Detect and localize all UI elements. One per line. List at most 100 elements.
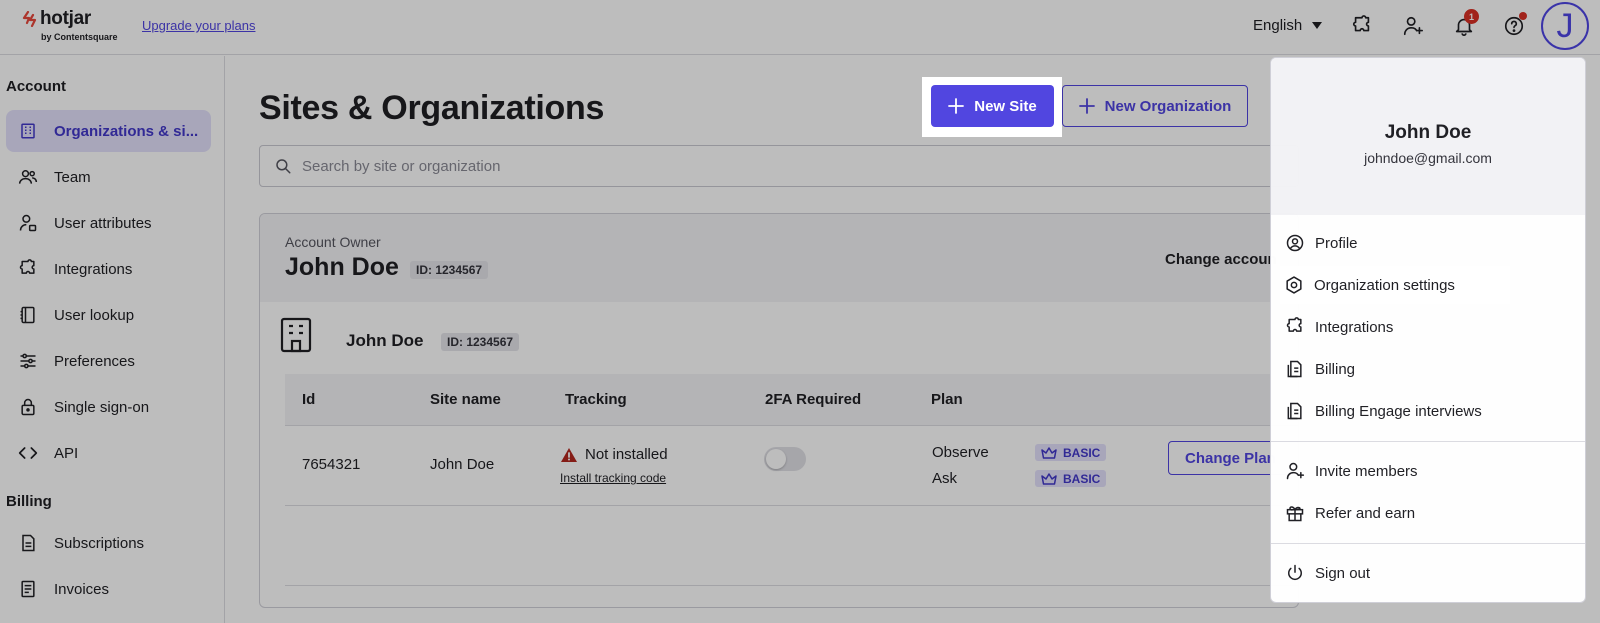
- puzzle-icon: [1285, 317, 1305, 337]
- site-id: 7654321: [302, 456, 361, 473]
- power-icon: [1285, 563, 1305, 583]
- sidebar-item-api[interactable]: API: [6, 432, 211, 474]
- plan-name-ask: Ask: [932, 470, 958, 487]
- plus-icon: [948, 98, 965, 114]
- sidebar: Account Organizations & si... Team User …: [0, 56, 225, 623]
- user-menu-header: John Doe johndoe@gmail.com: [1271, 58, 1585, 215]
- caret-down-icon: [1312, 22, 1323, 29]
- puzzle-icon: [18, 259, 38, 279]
- menu-item-billing[interactable]: Billing: [1271, 350, 1585, 388]
- tracking-status: Not installed: [560, 446, 668, 463]
- change-account-button[interactable]: Change accoun: [1165, 251, 1277, 268]
- code-icon: [18, 443, 38, 463]
- menu-item-label: Refer and earn: [1315, 504, 1416, 522]
- organization-name: John Doe: [346, 331, 424, 350]
- plan-tier-badge: BASIC: [1035, 470, 1107, 487]
- sidebar-item-user-attributes[interactable]: User attributes: [6, 202, 211, 244]
- sidebar-item-subscriptions[interactable]: Subscriptions: [6, 522, 211, 564]
- column-header-plan: Plan: [931, 391, 963, 408]
- plan-name-observe: Observe: [932, 444, 989, 461]
- sidebar-heading-billing: Billing: [6, 493, 52, 510]
- column-header-id: Id: [302, 391, 316, 408]
- billing-icon: [1285, 401, 1305, 421]
- sidebar-item-label: Organizations & si...: [54, 122, 199, 140]
- hotjar-logo[interactable]: hotjar by Contentsquare: [20, 7, 124, 47]
- page-title: Sites & Organizations: [259, 89, 605, 127]
- help-button[interactable]: [1501, 12, 1527, 39]
- menu-item-label: Integrations: [1315, 318, 1394, 336]
- organization-building-icon: [280, 317, 312, 353]
- gift-icon: [1285, 503, 1305, 523]
- new-site-label: New Site: [974, 97, 1037, 115]
- menu-item-label: Billing Engage interviews: [1315, 402, 1482, 420]
- sidebar-item-team[interactable]: Team: [6, 156, 211, 198]
- sidebar-item-user-lookup[interactable]: User lookup: [6, 294, 211, 336]
- team-icon: [18, 167, 38, 187]
- 2fa-toggle[interactable]: [764, 447, 806, 471]
- plan-tier-badge: BASIC: [1035, 444, 1107, 461]
- organization-id-badge: ID: 1234567: [441, 333, 520, 351]
- upgrade-plans-link[interactable]: Upgrade your plans: [142, 18, 255, 33]
- new-site-button[interactable]: New Site: [931, 85, 1054, 127]
- site-name: John Doe: [430, 456, 495, 473]
- toggle-knob: [766, 449, 786, 469]
- sidebar-item-label: Integrations: [54, 260, 133, 278]
- new-organization-label: New Organization: [1104, 97, 1232, 115]
- menu-item-profile[interactable]: Profile: [1271, 224, 1585, 262]
- sidebar-item-invoices[interactable]: Invoices: [6, 568, 211, 610]
- sidebar-item-preferences[interactable]: Preferences: [6, 340, 211, 382]
- column-header-tracking: Tracking: [565, 391, 627, 408]
- sidebar-item-single-sign-on[interactable]: Single sign-on: [6, 386, 211, 428]
- billing-icon: [1285, 359, 1305, 379]
- search-field[interactable]: [259, 145, 1299, 187]
- sidebar-item-label: Preferences: [54, 352, 135, 370]
- logo-subtitle: by Contentsquare: [41, 32, 118, 42]
- sidebar-heading-account: Account: [6, 78, 66, 95]
- notifications-button[interactable]: 1: [1451, 9, 1479, 39]
- table-row: 7654321 John Doe Not installed Install t…: [285, 426, 1298, 506]
- help-dot-badge: [1519, 12, 1527, 20]
- sidebar-item-label: API: [54, 444, 79, 462]
- new-organization-button[interactable]: New Organization: [1062, 85, 1248, 127]
- notification-count-badge: 1: [1464, 9, 1479, 24]
- sliders-icon: [18, 351, 38, 371]
- sidebar-item-label: Team: [54, 168, 91, 186]
- menu-item-refer-and-earn[interactable]: Refer and earn: [1271, 494, 1585, 532]
- sidebar-item-label: User lookup: [54, 306, 135, 324]
- menu-item-sign-out[interactable]: Sign out: [1271, 554, 1585, 592]
- language-selector[interactable]: English: [1253, 17, 1323, 34]
- invite-user-button[interactable]: [1400, 13, 1426, 39]
- install-tracking-code-link[interactable]: Install tracking code: [560, 471, 666, 485]
- integrations-puzzle-button[interactable]: [1349, 13, 1375, 39]
- tracking-status-label: Not installed: [585, 446, 668, 463]
- user-avatar-button[interactable]: J: [1541, 2, 1589, 50]
- menu-item-integrations[interactable]: Integrations: [1271, 308, 1585, 346]
- puzzle-icon: [1352, 15, 1370, 32]
- sidebar-item-organizations[interactable]: Organizations & si...: [6, 110, 211, 152]
- crown-icon: [1041, 472, 1057, 485]
- crown-icon: [1041, 446, 1057, 459]
- logo-text: hotjar: [40, 8, 91, 29]
- menu-item-organization-settings[interactable]: Organization settings: [1280, 266, 1510, 304]
- menu-item-label: Sign out: [1315, 564, 1371, 582]
- lock-icon: [18, 397, 38, 417]
- menu-item-invite-members[interactable]: Invite members: [1271, 452, 1585, 490]
- sidebar-item-label: Single sign-on: [54, 398, 150, 416]
- plus-icon: [1078, 98, 1095, 114]
- book-icon: [18, 305, 38, 325]
- account-owner-name: John Doe: [285, 253, 399, 281]
- sidebar-item-label: Invoices: [54, 580, 110, 598]
- menu-item-label: Profile: [1315, 234, 1358, 252]
- top-bar: hotjar by Contentsquare Upgrade your pla…: [0, 0, 1600, 55]
- sidebar-item-integrations[interactable]: Integrations: [6, 248, 211, 290]
- language-label: English: [1253, 17, 1303, 34]
- table-row-empty: [285, 506, 1298, 586]
- document-icon: [18, 533, 38, 553]
- account-owner-label: Account Owner: [285, 234, 381, 250]
- menu-item-label: Billing: [1315, 360, 1356, 378]
- user-menu-email: johndoe@gmail.com: [1364, 150, 1492, 166]
- plan-tier-label: BASIC: [1063, 445, 1101, 460]
- menu-item-billing-engage-interviews[interactable]: Billing Engage interviews: [1271, 392, 1585, 430]
- user-menu-dropdown: John Doe johndoe@gmail.com Profile Integ…: [1270, 57, 1586, 603]
- search-input[interactable]: [302, 157, 1202, 175]
